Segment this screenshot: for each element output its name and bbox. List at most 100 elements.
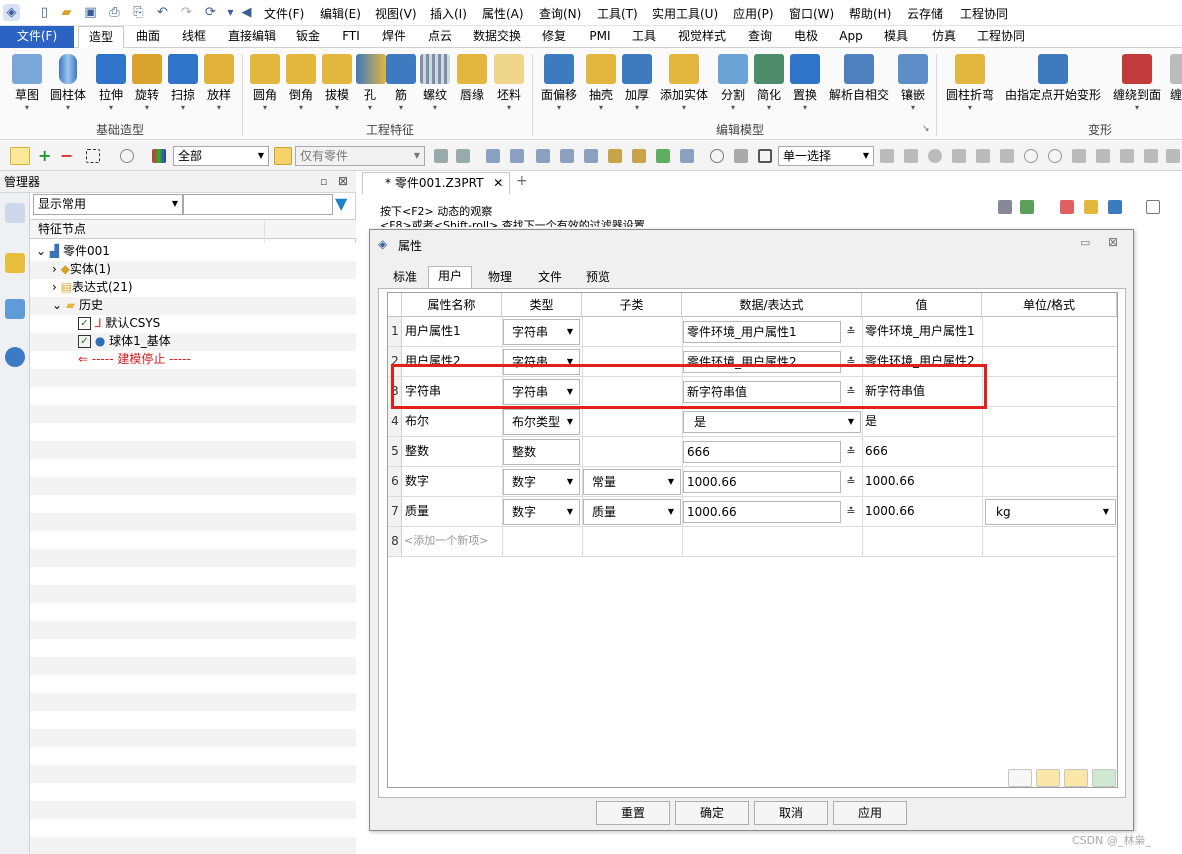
data-input[interactable]: 1000.66: [683, 471, 841, 493]
tab-simulation[interactable]: 仿真: [924, 26, 964, 48]
tab-data-exchange[interactable]: 数据交换: [466, 26, 528, 48]
add-new-item[interactable]: <添加一个新项>: [404, 530, 488, 552]
pick-icon[interactable]: [928, 149, 942, 163]
tab-weldment[interactable]: 焊件: [374, 26, 414, 48]
tree-csys[interactable]: ✓ ⅃ 默认CSYS: [78, 314, 160, 332]
tree-history[interactable]: ⌄ ▰ 历史: [52, 296, 103, 314]
menu-window[interactable]: 窗口(W): [789, 5, 834, 22]
tab-query[interactable]: 查询: [740, 26, 780, 48]
tab-preview[interactable]: 预览: [576, 268, 620, 288]
excel-icon[interactable]: [1092, 769, 1116, 787]
comment-icon[interactable]: ▭: [1080, 236, 1090, 249]
parts-filter-icon[interactable]: [274, 147, 292, 165]
tree-model-stop[interactable]: ⇐ ----- 建模停止 -----: [78, 350, 191, 368]
type-combo[interactable]: 数字 ▼: [503, 499, 580, 525]
replace-button[interactable]: 置换 ▾: [788, 54, 822, 113]
attr-name-cell[interactable]: 质量: [405, 500, 429, 522]
shell-button[interactable]: 抽壳 ▾: [584, 54, 618, 113]
simplify-button[interactable]: 简化 ▾: [752, 54, 786, 113]
open-folder-icon[interactable]: [1036, 769, 1060, 787]
type-combo[interactable]: 字符串 ▼: [503, 319, 580, 345]
menu-file[interactable]: 文件(F): [264, 5, 304, 22]
data-input[interactable]: 零件环境_用户属性1: [683, 321, 841, 343]
pick-icon[interactable]: [880, 149, 894, 163]
sweep-button[interactable]: 扫掠 ▾: [166, 54, 200, 113]
thicken-button[interactable]: 加厚 ▾: [620, 54, 654, 113]
attr-name-cell[interactable]: 整数: [405, 440, 429, 462]
pick-icon[interactable]: [1072, 149, 1086, 163]
add-solid-button[interactable]: 添加实体 ▾: [658, 54, 710, 113]
pick-icon[interactable]: [904, 149, 918, 163]
tab-fti[interactable]: FTI: [336, 26, 366, 48]
tab-file[interactable]: 文件(F): [0, 26, 74, 48]
checkbox-checked-icon[interactable]: ✓: [78, 335, 91, 348]
filter-icon[interactable]: ▼: [335, 195, 347, 213]
selection-mode-select[interactable]: 单一选择 ▼: [778, 146, 874, 166]
tool-icon[interactable]: [680, 149, 694, 163]
attr-name-cell[interactable]: 布尔: [405, 410, 429, 432]
menu-tools[interactable]: 工具(T): [597, 5, 638, 22]
cancel-button[interactable]: 取消: [754, 801, 828, 825]
menu-collab[interactable]: 工程协同: [960, 5, 1008, 22]
pick-icon[interactable]: [1096, 149, 1110, 163]
display-mode-select[interactable]: 显示常用 ▼: [33, 194, 183, 215]
tab-repair[interactable]: 修复: [536, 26, 572, 48]
import-icon[interactable]: [1008, 769, 1032, 787]
tool-icon[interactable]: [434, 149, 448, 163]
cylinder-button[interactable]: 圆柱体 ▾: [48, 54, 88, 113]
pick-icon[interactable]: [1166, 149, 1180, 163]
apply-button[interactable]: 应用: [833, 801, 907, 825]
pin-icon[interactable]: ▫: [320, 175, 327, 188]
view-tool-icon[interactable]: [1020, 200, 1034, 214]
wrap-to-face-button[interactable]: 缠绕到面 ▾: [1110, 54, 1164, 113]
deform-from-point-button[interactable]: 由指定点开始变形: [1004, 54, 1102, 103]
tree-root[interactable]: ⌄ ▟ 零件001: [36, 242, 110, 260]
search-input[interactable]: [183, 194, 333, 215]
extrude-button[interactable]: 拉伸 ▾: [94, 54, 128, 113]
redo-icon[interactable]: ↷: [178, 4, 195, 21]
export-folder-icon[interactable]: [1064, 769, 1088, 787]
menu-attribute[interactable]: 属性(A): [482, 5, 524, 22]
split-button[interactable]: 分割 ▾: [716, 54, 750, 113]
stock-button[interactable]: 坯料 ▾: [492, 54, 526, 113]
tool-icon[interactable]: [584, 149, 598, 163]
new-tab-icon[interactable]: +: [516, 173, 528, 189]
cylindrical-bend-button[interactable]: 圆柱折弯 ▾: [944, 54, 996, 113]
assembly-manager-icon[interactable]: [5, 253, 25, 273]
tab-wireframe[interactable]: 线框: [174, 26, 214, 48]
tab-modeling[interactable]: 造型: [78, 26, 124, 49]
tool-icon[interactable]: [536, 149, 550, 163]
dialog-launcher-icon[interactable]: ↘: [922, 124, 930, 134]
tab-file[interactable]: 文件: [528, 268, 572, 288]
tab-pmi[interactable]: PMI: [582, 26, 618, 48]
shape-select-icon[interactable]: [120, 149, 134, 163]
filter-color-icon[interactable]: [152, 149, 166, 163]
thread-button[interactable]: 螺纹 ▾: [418, 54, 452, 113]
tab-pointcloud[interactable]: 点云: [420, 26, 460, 48]
close-icon[interactable]: ✕: [493, 176, 503, 190]
tool-icon[interactable]: [734, 149, 748, 163]
attr-name-cell[interactable]: 数字: [405, 470, 429, 492]
tab-physical[interactable]: 物理: [478, 268, 522, 288]
refresh-icon[interactable]: ⟳: [202, 4, 219, 21]
reset-button[interactable]: 重置: [596, 801, 670, 825]
tab-electrode[interactable]: 电极: [786, 26, 826, 48]
ok-button[interactable]: 确定: [675, 801, 749, 825]
parts-only-select[interactable]: 仅有零件 ▼: [295, 146, 425, 166]
more-deform-button[interactable]: 缠: [1170, 54, 1182, 103]
chevron-down-icon[interactable]: ▼: [222, 4, 239, 21]
pick-icon[interactable]: [1048, 149, 1062, 163]
expression-editor-icon[interactable]: ≛: [843, 474, 859, 490]
tool-icon[interactable]: [510, 149, 524, 163]
face-offset-button[interactable]: 面偏移 ▾: [540, 54, 578, 113]
select-pointer-icon[interactable]: [10, 147, 30, 165]
view-tool-icon[interactable]: [1060, 200, 1074, 214]
menu-apps[interactable]: 应用(P): [733, 5, 774, 22]
menu-help[interactable]: 帮助(H): [849, 5, 891, 22]
expression-editor-icon[interactable]: ≛: [843, 504, 859, 520]
hole-button[interactable]: 孔 ▾: [356, 54, 386, 113]
type-combo[interactable]: 整数: [503, 439, 580, 465]
document-tab[interactable]: * 零件001.Z3PRT ✕: [362, 172, 510, 194]
type-combo[interactable]: 布尔类型 ▼: [503, 409, 580, 435]
new-icon[interactable]: ▯: [36, 4, 53, 21]
